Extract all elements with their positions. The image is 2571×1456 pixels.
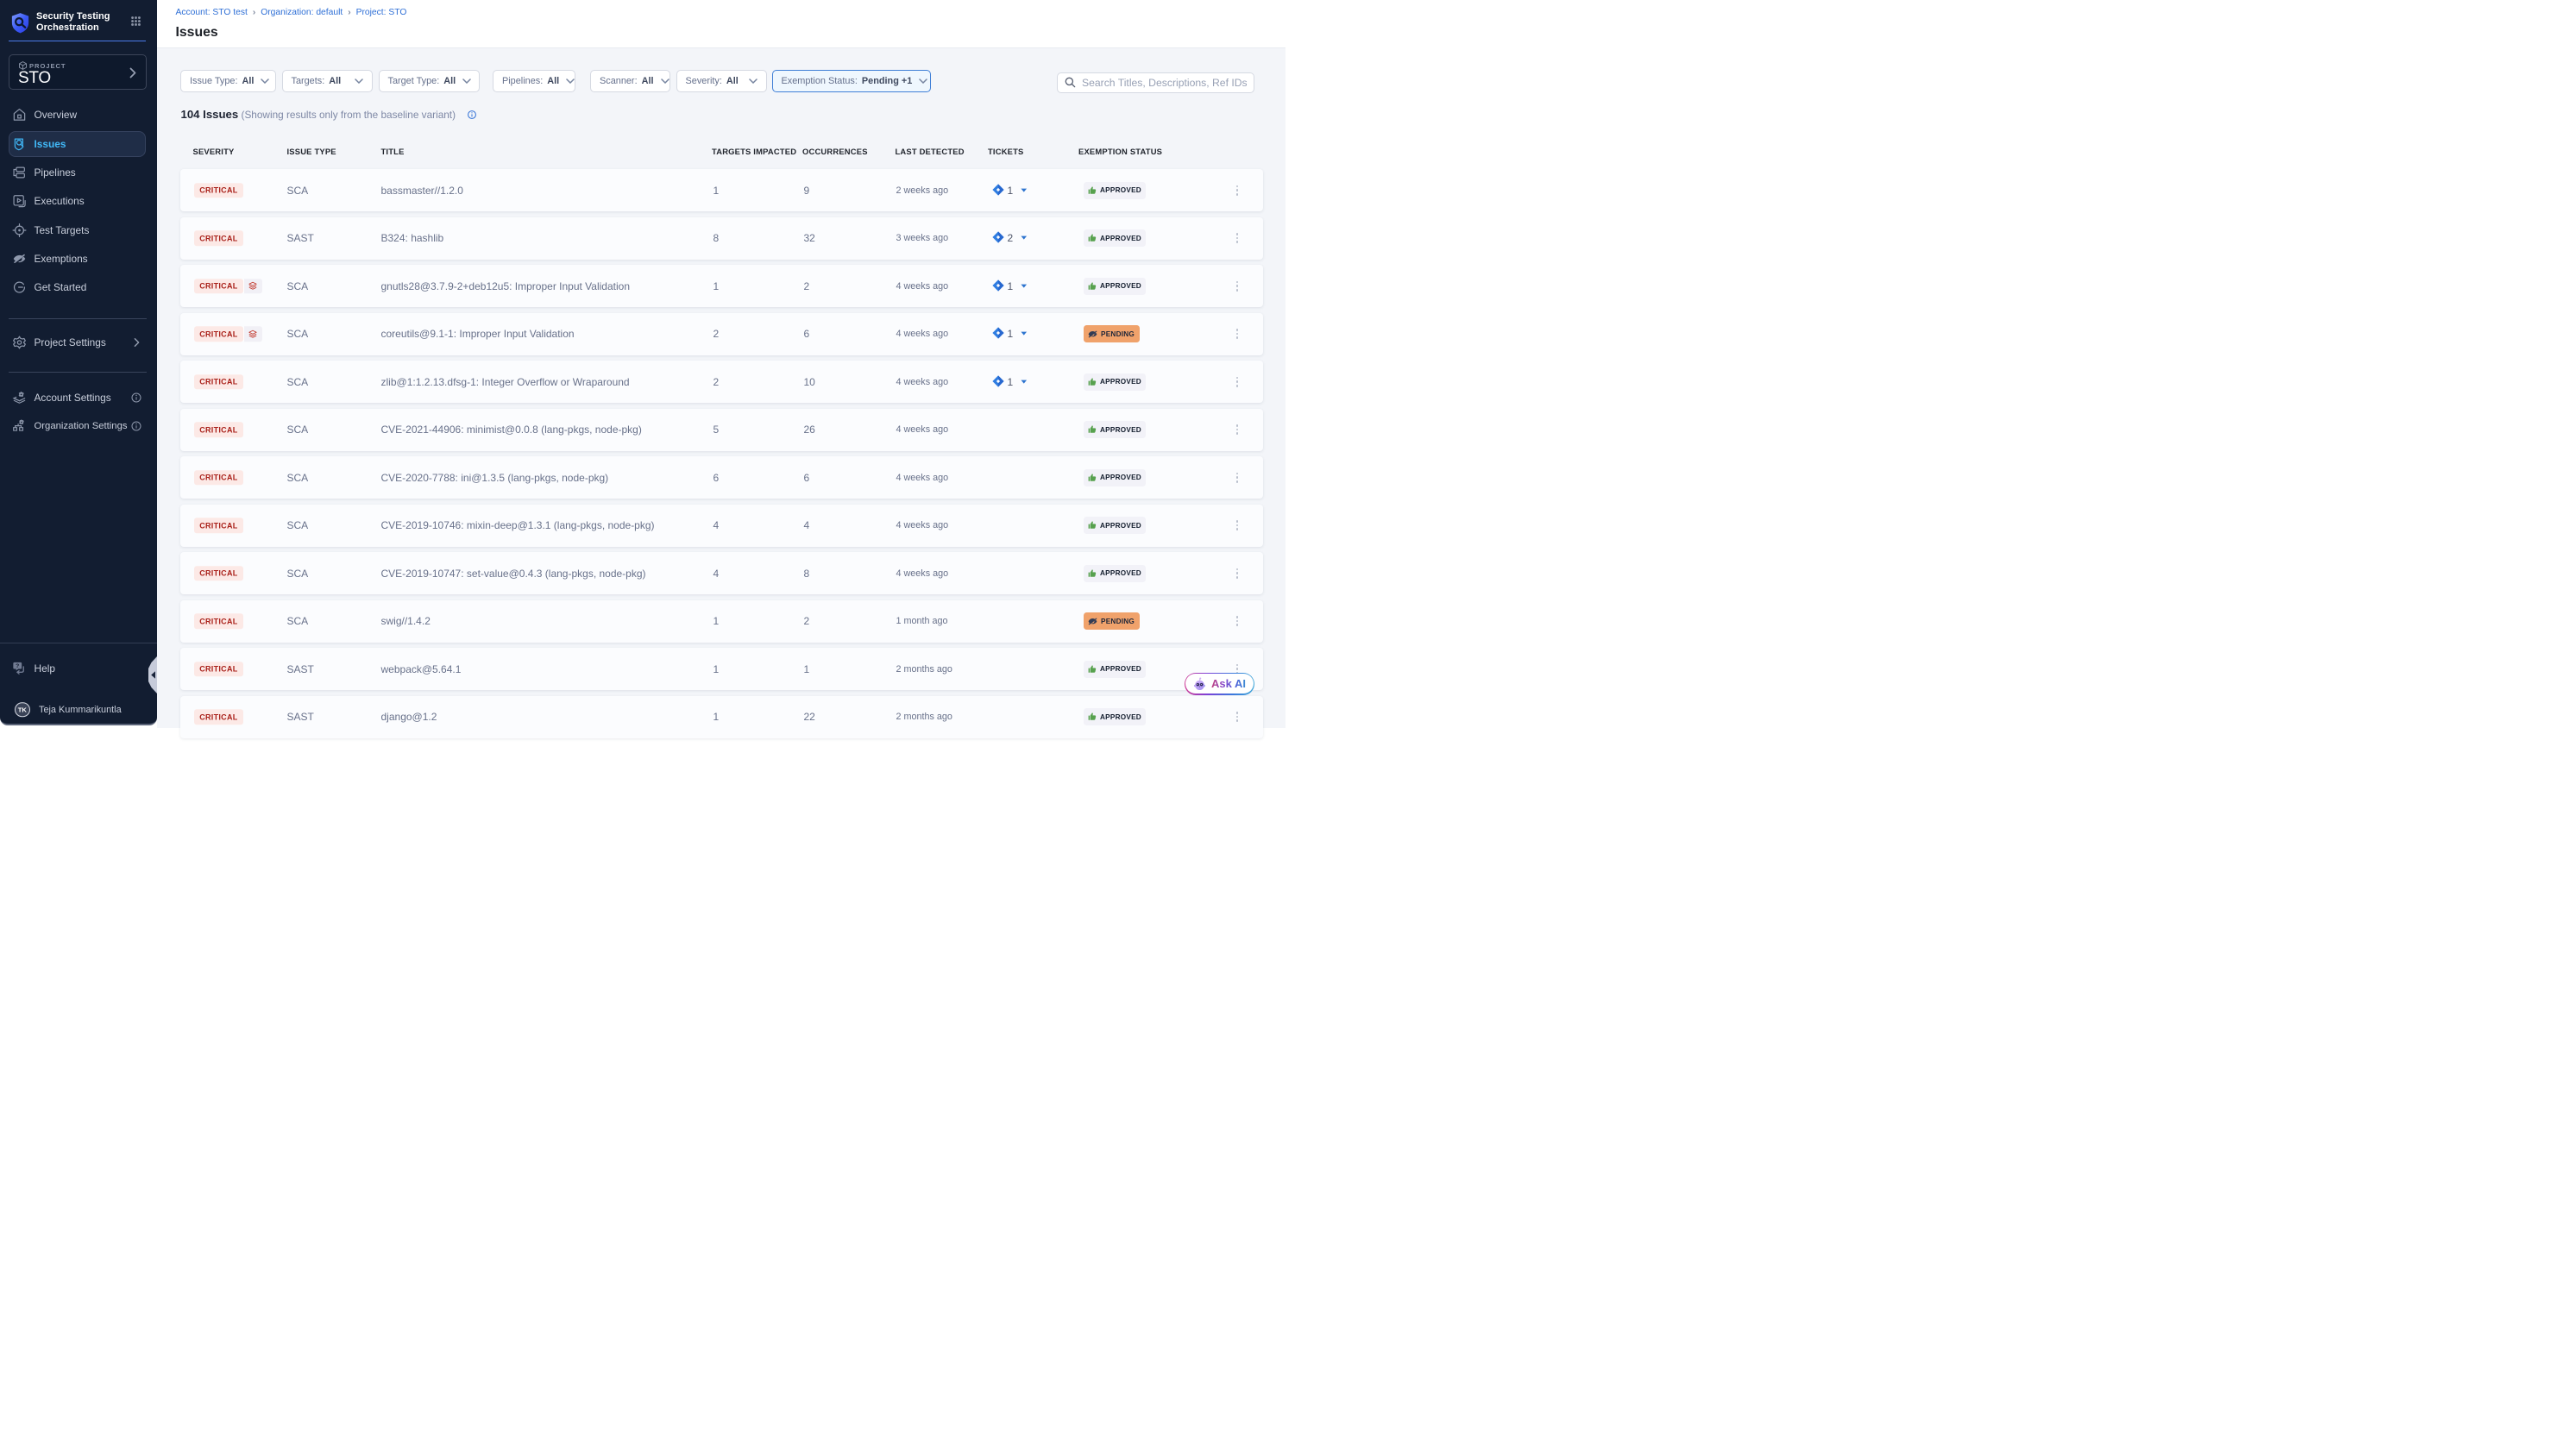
- svg-text:?: ?: [16, 663, 19, 669]
